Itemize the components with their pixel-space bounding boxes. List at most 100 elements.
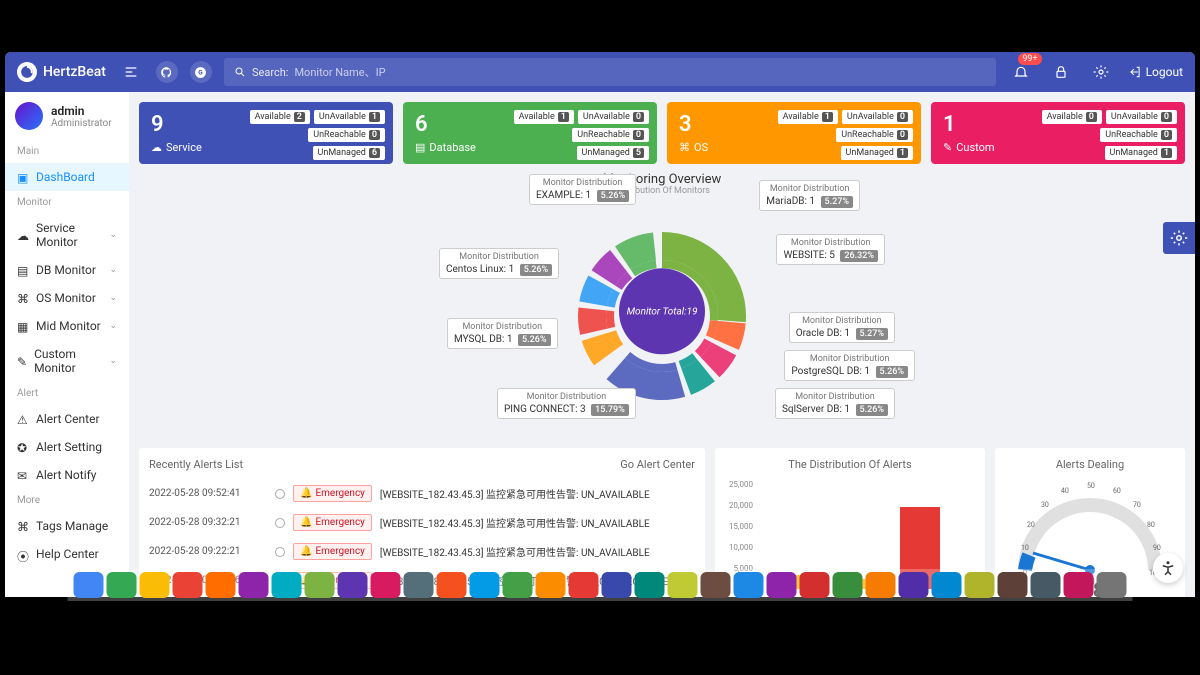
github-icon[interactable] bbox=[156, 61, 178, 83]
notify-icon: ✉ bbox=[17, 469, 29, 481]
nav-section-more: More bbox=[5, 489, 129, 512]
alert-row[interactable]: 2022-05-28 09:32:21 🔔Emergency [WEBSITE_… bbox=[149, 508, 695, 537]
settings-icon[interactable] bbox=[1088, 59, 1114, 85]
stat-card-os[interactable]: 3 ⌘OS Available1 UnAvailable0 UnReachabl… bbox=[667, 102, 921, 164]
tag-icon: ⌘ bbox=[17, 520, 29, 532]
sidebar: admin Administrator Main ▣DashBoard Moni… bbox=[5, 92, 129, 597]
badge-unreachable: UnReachable0 bbox=[308, 128, 385, 142]
svg-text:30: 30 bbox=[1041, 501, 1049, 509]
app-header: HertzBeat G Search: Monitor Name、IP 99+ bbox=[5, 52, 1195, 92]
stat-card-database[interactable]: 6 ▤Database Available1 UnAvailable0 UnRe… bbox=[403, 102, 657, 164]
chevron-down-icon: ⌄ bbox=[109, 293, 117, 303]
monitoring-overview-chart: Monitoring Overview Distribution Of Moni… bbox=[139, 172, 1185, 442]
avatar bbox=[15, 102, 43, 130]
nav-help[interactable]: ⦿Help Center bbox=[5, 540, 129, 568]
callout-example: Monitor DistributionEXAMPLE: 1 5.26% bbox=[529, 174, 636, 205]
notifications-icon[interactable]: 99+ bbox=[1008, 59, 1034, 85]
donut-center-label: Monitor Total:19 bbox=[619, 268, 705, 354]
nav-tags[interactable]: ⌘Tags Manage bbox=[5, 512, 129, 540]
svg-text:20: 20 bbox=[1027, 521, 1035, 529]
chevron-down-icon: ⌄ bbox=[109, 321, 117, 331]
nav-section-alert: Alert bbox=[5, 382, 129, 405]
search-input[interactable]: Search: Monitor Name、IP bbox=[224, 58, 996, 86]
stat-card-custom[interactable]: 1 ✎Custom Available0 UnAvailable0 UnReac… bbox=[931, 102, 1185, 164]
callout-mariadb: Monitor DistributionMariaDB: 1 5.27% bbox=[759, 180, 860, 211]
callout-mysql: Monitor DistributionMYSQL DB: 1 5.26% bbox=[447, 318, 558, 349]
emergency-tag: 🔔Emergency bbox=[293, 485, 372, 502]
cloud-icon: ☁ bbox=[17, 229, 29, 241]
nav-section-monitor: Monitor bbox=[5, 191, 129, 214]
logo-icon bbox=[17, 62, 37, 82]
status-ring-icon bbox=[275, 489, 285, 499]
menu-toggle-icon[interactable] bbox=[118, 59, 144, 85]
nav-db-monitor[interactable]: ▤DB Monitor⌄ bbox=[5, 256, 129, 284]
nav-alert-center[interactable]: ⚠Alert Center bbox=[5, 405, 129, 433]
nav-custom-monitor[interactable]: ✎Custom Monitor⌄ bbox=[5, 340, 129, 382]
nav-dashboard[interactable]: ▣DashBoard bbox=[5, 163, 129, 191]
callout-website: Monitor DistributionWEBSITE: 5 26.32% bbox=[776, 234, 885, 265]
custom-icon: ✎ bbox=[17, 355, 27, 367]
brand-logo[interactable]: HertzBeat bbox=[17, 62, 106, 82]
callout-oracle: Monitor DistributionOracle DB: 1 5.27% bbox=[789, 312, 895, 343]
stat-card-service[interactable]: 9 ☁Service Available2 UnAvailable1 UnRea… bbox=[139, 102, 393, 164]
callout-centos: Monitor DistributionCentos Linux: 1 5.26… bbox=[439, 248, 559, 279]
search-icon bbox=[234, 66, 246, 78]
user-name: admin bbox=[51, 104, 112, 118]
alert-setting-icon: ✪ bbox=[17, 441, 29, 453]
os-icon: ⌘ bbox=[17, 292, 29, 304]
svg-text:40: 40 bbox=[1061, 487, 1069, 495]
callout-ping: Monitor DistributionPING CONNECT: 3 15.7… bbox=[497, 388, 636, 419]
svg-text:10,000: 10,000 bbox=[729, 543, 754, 552]
logout-button[interactable]: Logout bbox=[1128, 65, 1183, 79]
alert-row[interactable]: 2022-05-28 09:52:41 🔔Emergency [WEBSITE_… bbox=[149, 479, 695, 508]
help-icon: ⦿ bbox=[17, 548, 29, 560]
stat-count: 1 bbox=[943, 112, 995, 137]
chevron-down-icon: ⌄ bbox=[109, 230, 117, 240]
os-icon: ⌘ bbox=[679, 141, 690, 154]
nav-mid-monitor[interactable]: ▦Mid Monitor⌄ bbox=[5, 312, 129, 340]
alert-icon: ⚠ bbox=[17, 413, 29, 425]
custom-icon: ✎ bbox=[943, 141, 952, 154]
svg-text:10: 10 bbox=[1021, 544, 1029, 552]
brand-name: HertzBeat bbox=[43, 64, 106, 80]
chevron-down-icon: ⌄ bbox=[109, 356, 117, 366]
user-block[interactable]: admin Administrator bbox=[5, 92, 129, 140]
database-icon: ▤ bbox=[415, 141, 425, 154]
database-icon: ▤ bbox=[17, 264, 29, 276]
svg-text:90: 90 bbox=[1153, 544, 1161, 552]
svg-text:G: G bbox=[199, 68, 204, 76]
nav-os-monitor[interactable]: ⌘OS Monitor⌄ bbox=[5, 284, 129, 312]
stat-count: 9 bbox=[151, 112, 202, 137]
grid-icon: ▦ bbox=[17, 320, 29, 332]
user-role: Administrator bbox=[51, 118, 112, 129]
mac-dock bbox=[68, 569, 1133, 601]
svg-text:70: 70 bbox=[1133, 501, 1141, 509]
search-label: Search: bbox=[252, 66, 288, 79]
alerts-title: Recently Alerts List bbox=[149, 458, 243, 471]
gitee-icon[interactable]: G bbox=[190, 61, 212, 83]
go-alert-center-link[interactable]: Go Alert Center bbox=[620, 458, 695, 471]
search-placeholder: Monitor Name、IP bbox=[294, 64, 385, 80]
callout-sqlserver: Monitor DistributionSqlServer DB: 1 5.26… bbox=[775, 388, 895, 419]
alert-row[interactable]: 2022-05-28 09:22:21 🔔Emergency [WEBSITE_… bbox=[149, 537, 695, 566]
stat-count: 6 bbox=[415, 112, 476, 137]
callout-postgres: Monitor DistributionPostgreSQL DB: 1 5.2… bbox=[784, 350, 915, 381]
badge-available: Available2 bbox=[250, 110, 310, 124]
floating-settings-button[interactable] bbox=[1163, 222, 1195, 254]
svg-text:25,000: 25,000 bbox=[729, 480, 754, 489]
nav-service-monitor[interactable]: ☁Service Monitor⌄ bbox=[5, 214, 129, 256]
main-content: 9 ☁Service Available2 UnAvailable1 UnRea… bbox=[129, 92, 1195, 597]
svg-text:15,000: 15,000 bbox=[729, 522, 754, 531]
notification-badge: 99+ bbox=[1018, 53, 1041, 65]
nav-alert-notify[interactable]: ✉Alert Notify bbox=[5, 461, 129, 489]
stat-count: 3 bbox=[679, 112, 708, 137]
lock-icon[interactable] bbox=[1048, 59, 1074, 85]
svg-text:20,000: 20,000 bbox=[729, 501, 754, 510]
svg-text:80: 80 bbox=[1147, 521, 1155, 529]
stats-row: 9 ☁Service Available2 UnAvailable1 UnRea… bbox=[139, 102, 1185, 164]
svg-text:60: 60 bbox=[1113, 487, 1121, 495]
nav-section-main: Main bbox=[5, 140, 129, 163]
dashboard-icon: ▣ bbox=[17, 171, 29, 183]
accessibility-button[interactable] bbox=[1153, 553, 1183, 583]
nav-alert-setting[interactable]: ✪Alert Setting bbox=[5, 433, 129, 461]
